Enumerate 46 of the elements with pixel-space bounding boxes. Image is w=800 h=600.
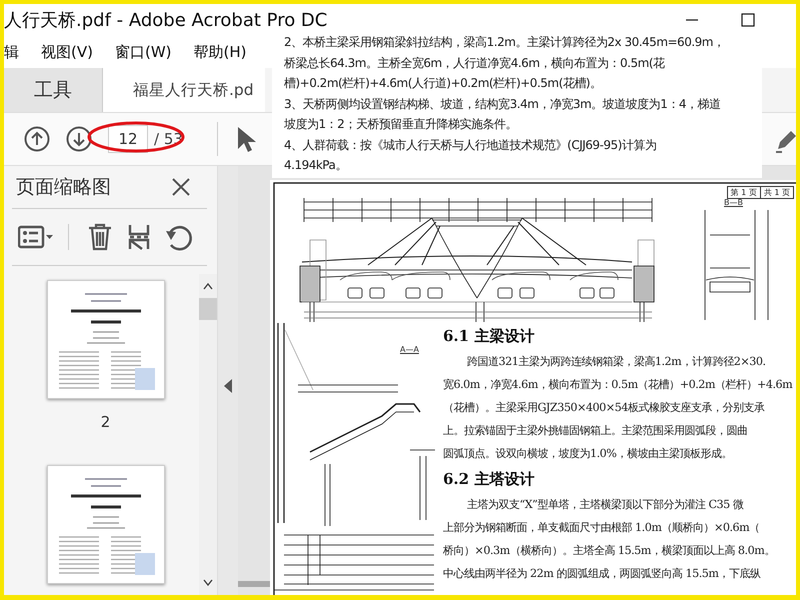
note-line: 4.194kPa。 [284,157,348,174]
page-thumbnail[interactable] [46,280,164,399]
paragraph-line: 中心线由两半径为 22m 的圆弧组成，两圆弧竖向高 15.5m，下底纵 [443,566,762,582]
sheet-number-label: 共 1 页 [760,187,793,198]
page-number: 2 [100,413,110,431]
note-line: 4、人群荷载：按《城市人行天桥与人行地道技术规范》(CJJ69-95)计算为 [284,136,658,154]
paragraph-line: 跨国道321主梁为两跨连续钢箱梁，梁高1.2m，计算跨径2×30. [466,354,767,370]
note-line: 槽)+0.2m(栏杆)+4.6m(人行道)+0.2m(栏杆)+0.5m(花槽)。 [284,75,602,92]
scrollbar-thumb[interactable] [199,298,217,320]
pencil-icon[interactable] [774,129,796,153]
tab[interactable]: 工具 [4,68,103,112]
collapse-panel-icon[interactable] [224,378,232,392]
note-line: 2、本桥主梁采用钢箱梁斜拉结构，梁高1.2m。主梁计算跨径为2x 30.45m=60.9m， [284,34,726,51]
close-icon[interactable] [171,177,191,197]
paragraph-line: 上。拉索锚固于主梁外挑锚固钢箱上。主梁范围采用圆弧段，圆曲 [443,423,748,439]
maximize-icon[interactable] [740,12,756,28]
page-extract-icon[interactable] [127,223,151,251]
note-line: 坡度为1：2；天桥预留垂直升降梯实施条件。 [284,116,518,133]
paragraph-line: 上部分为钢箱断面，单支截面尺寸由根部 1.0m（顺桥向）×0.6m（ [443,520,761,536]
menu-item[interactable]: 帮助(H) [194,42,246,62]
thumbnail-options-icon[interactable] [18,224,54,250]
arrow-up-icon[interactable] [24,126,50,152]
arrow-down-icon[interactable] [66,126,92,152]
panel-title: 页面缩略图 [16,175,111,200]
paragraph-line: （花槽）。主梁采用GJZ350×400×54板式橡胶支座支承，分别支承 [443,400,766,416]
section-heading: 6.1 主梁设计 [443,326,536,347]
paragraph-line: 桥向）×0.3m（横桥向）。主塔全高 15.5m，横梁顶面以上高 8.0m。 [443,543,776,559]
scroll-up-icon[interactable] [203,282,213,290]
note-line: 桥梁总长64.3m。主桥全宽6m，人行道净宽4.6m，横向布置为：0.5m(花 [284,54,666,72]
section-label: A—A [400,345,419,354]
sheet-number-label: 第 1 页 [730,187,758,198]
paragraph-line: 宽6.0m，净宽4.6m，横向布置为：0.5m（花槽）+0.2m（栏杆）+4.6m [443,377,794,393]
tab[interactable]: 福星人行天桥.pd [103,68,265,112]
section-label: B—B [724,198,743,207]
menu-item[interactable]: 窗口(W) [114,42,172,62]
rotate-icon[interactable] [165,223,193,251]
menu-item[interactable]: 视图(V) [41,42,93,62]
window-title: 人行天桥.pdf - Adobe Acrobat Pro DC [4,9,328,32]
section-heading: 6.2 主塔设计 [443,469,536,490]
page-thumbnail[interactable] [46,465,164,584]
scroll-down-icon[interactable] [203,579,213,587]
note-line: 3、天桥两侧均设置钢结构梯、坡道，结构宽3.4m，净宽3m。坡道坡度为1：4，梯道 [284,96,722,112]
trash-icon[interactable] [87,223,113,251]
menu-item[interactable]: 辑 [4,42,19,62]
paragraph-line: 圆弧顶点。设双向横坡，坡度为1.0%，横坡由主梁顶板形成。 [443,446,733,462]
paragraph-line: 主塔为双支“X”型单塔，主塔横梁顶以下部分为灌注 C35 微 [466,497,744,513]
